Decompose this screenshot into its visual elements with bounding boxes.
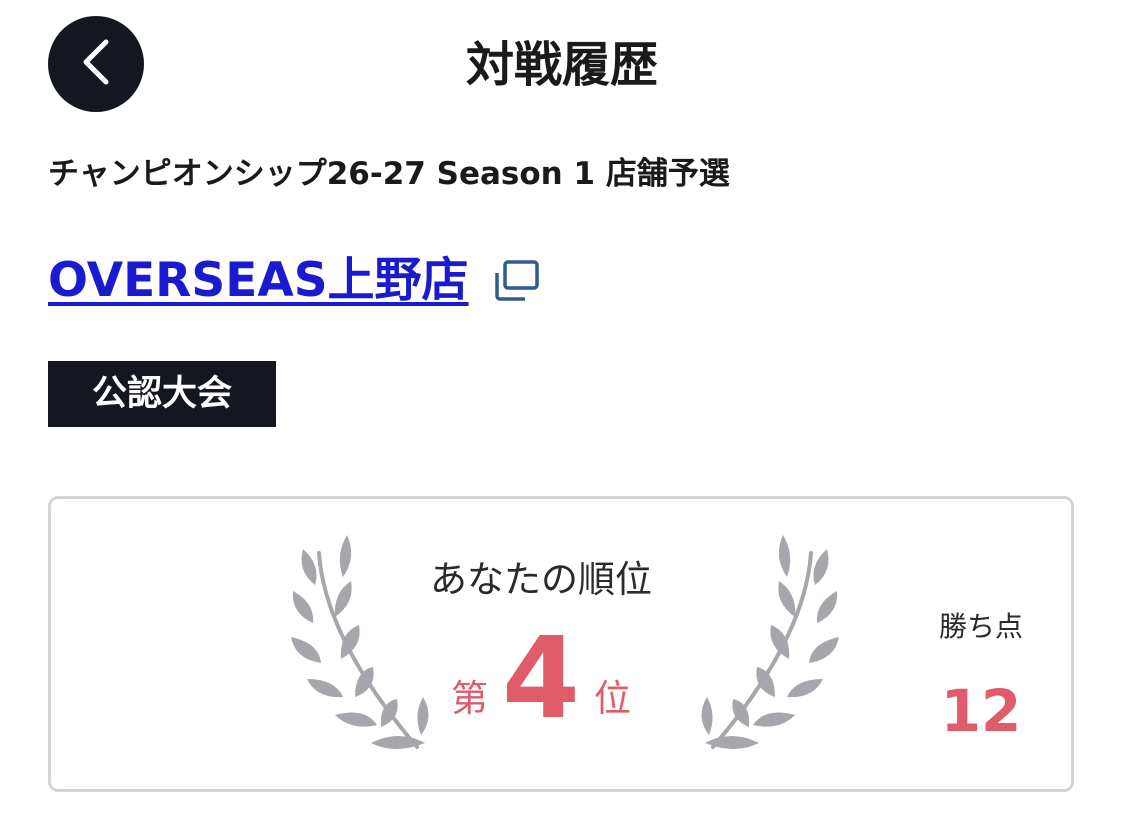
rank-display: 第 4 位 (391, 615, 691, 735)
rank-number: 4 (502, 614, 580, 744)
result-card: あなたの順位 第 4 位 勝ち点 12 (48, 496, 1074, 792)
rank-prefix: 第 (451, 677, 489, 720)
store-link[interactable]: OVERSEAS上野店 (48, 248, 469, 314)
rank-suffix: 位 (593, 677, 631, 720)
page-title: 対戦履歴 (465, 37, 658, 93)
store-row: OVERSEAS上野店 (48, 248, 541, 314)
event-name: チャンピオンシップ26-27 Season 1 店舗予選 (48, 156, 730, 192)
laurel-wreath-icon (685, 529, 845, 763)
rank-heading: あなたの順位 (430, 558, 652, 601)
official-tournament-badge: 公認大会 (48, 361, 276, 427)
points-value: 12 (940, 677, 1022, 745)
copy-icon[interactable] (493, 259, 541, 303)
points-label: 勝ち点 (938, 610, 1023, 643)
